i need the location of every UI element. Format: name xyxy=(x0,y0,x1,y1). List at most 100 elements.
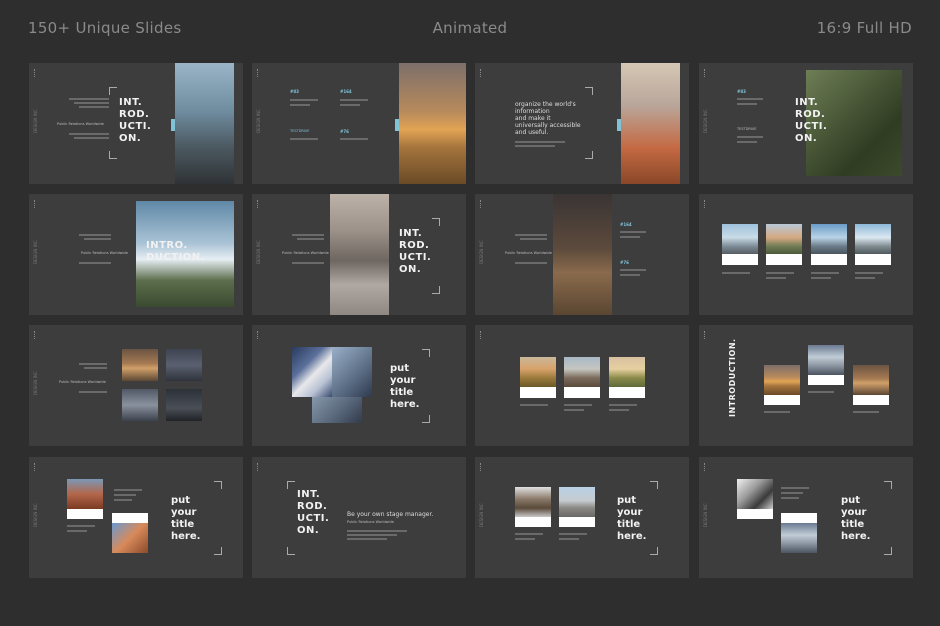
decor-dots xyxy=(704,69,707,77)
slide-thumbnail[interactable]: DESIGN INC Public Relations Worldwide xyxy=(29,325,243,446)
text-line xyxy=(114,494,136,496)
slide-thumbnail[interactable]: DESIGN INC Public Relations Worldwide IN… xyxy=(29,63,243,184)
slide-thumbnail[interactable] xyxy=(699,194,913,315)
photo-caption-card xyxy=(515,517,551,527)
stage-manager-text: Be your own stage manager. xyxy=(347,511,434,518)
text-line xyxy=(79,262,111,264)
side-label: DESIGN INC xyxy=(703,503,708,527)
photo-tile xyxy=(122,349,158,381)
business-photo xyxy=(292,347,332,397)
city-photo xyxy=(175,63,234,184)
photo-caption-card xyxy=(67,509,103,519)
slide-thumbnail[interactable]: DESIGN INC put your title here. xyxy=(699,457,913,578)
decor-dots xyxy=(257,200,260,208)
decor-dots xyxy=(480,331,483,339)
slide-thumbnail[interactable]: put your title here. xyxy=(252,325,466,446)
text-line xyxy=(609,409,629,411)
text-line xyxy=(515,538,535,540)
photo-caption-card xyxy=(559,517,595,527)
text-line xyxy=(290,138,318,140)
landscape-photo xyxy=(811,224,847,254)
slide-thumbnail[interactable]: DESIGN INC #83 TESTDRIVE INT. ROD. UCTI.… xyxy=(699,63,913,184)
tagline: Public Relations Worldwide xyxy=(57,122,104,126)
stones-photo xyxy=(330,194,389,315)
decor-dots xyxy=(34,69,37,77)
tagline: Public Relations Worldwide xyxy=(505,251,552,255)
canyon-photo xyxy=(67,479,103,509)
slide-thumbnail[interactable]: DESIGN INC #83 #164 TESTDRIVE #76 xyxy=(252,63,466,184)
text-line xyxy=(520,238,547,240)
decor-dots xyxy=(34,331,37,339)
slide-thumbnail[interactable]: DESIGN INC put your title here. xyxy=(475,457,689,578)
header-resolution: 16:9 Full HD xyxy=(816,19,912,37)
text-line xyxy=(290,99,318,101)
text-line xyxy=(722,272,750,274)
text-line xyxy=(67,530,87,532)
slide-title: put your title here. xyxy=(390,363,420,410)
landscape-photo xyxy=(766,224,802,254)
text-line xyxy=(737,103,757,105)
side-label: DESIGN INC xyxy=(479,240,484,264)
mountain-photo xyxy=(781,523,817,553)
text-line xyxy=(620,236,640,238)
decor-dots xyxy=(257,69,260,77)
photo-tile xyxy=(520,357,556,387)
side-label: DESIGN INC xyxy=(33,240,38,264)
bracket xyxy=(432,286,440,294)
text-line xyxy=(737,136,763,138)
text-line xyxy=(79,391,107,393)
bracket xyxy=(585,87,593,95)
number-label: #83 xyxy=(737,89,746,94)
text-line xyxy=(737,141,757,143)
slide-thumbnail[interactable]: DESIGN INC put your title here. xyxy=(29,457,243,578)
slide-thumbnail[interactable] xyxy=(475,325,689,446)
tagline: Public Relations Worldwide xyxy=(282,251,329,255)
decor-dots xyxy=(257,331,260,339)
text-line xyxy=(766,272,794,274)
photo-caption-card xyxy=(811,254,847,265)
photo-tile xyxy=(166,349,202,381)
slide-thumbnail[interactable]: DESIGN INC Public Relations Worldwide IN… xyxy=(29,194,243,315)
decor-dots xyxy=(480,200,483,208)
arch-photo xyxy=(112,523,148,553)
bracket xyxy=(585,151,593,159)
text-line xyxy=(515,141,565,143)
decor-dots xyxy=(480,69,483,77)
business-photo xyxy=(332,347,372,397)
slide-thumbnail[interactable]: DESIGN INC Public Relations Worldwide IN… xyxy=(252,194,466,315)
text-line xyxy=(515,533,543,535)
photo-caption-card xyxy=(609,387,645,398)
dusk-photo xyxy=(553,194,612,315)
slide-title: put your title here. xyxy=(841,495,871,542)
text-line xyxy=(811,272,839,274)
side-label: DESIGN INC xyxy=(256,240,261,264)
sunset-field-photo xyxy=(399,63,466,184)
decor-dots xyxy=(704,463,707,471)
bracket xyxy=(422,415,430,423)
photo-tile xyxy=(166,389,202,421)
photo-tile xyxy=(564,357,600,387)
slide-thumbnail[interactable]: INT. ROD. UCTI. ON. Be your own stage ma… xyxy=(252,457,466,578)
text-line xyxy=(515,234,547,236)
slide-thumbnail[interactable]: organize the world's information and mak… xyxy=(475,63,689,184)
decor-dots xyxy=(704,331,707,339)
photo-caption-card xyxy=(112,513,148,523)
decor-dots xyxy=(34,463,37,471)
text-line xyxy=(515,262,547,264)
text-line xyxy=(347,534,397,536)
photo-caption-card xyxy=(737,509,773,519)
slide-thumbnail[interactable]: INTRODUCTION. xyxy=(699,325,913,446)
slide-title-vertical: INTRODUCTION. xyxy=(728,338,737,417)
side-label: DESIGN INC xyxy=(33,371,38,395)
photo-caption-card xyxy=(520,387,556,398)
slide-title: INT. ROD. UCTI. ON. xyxy=(399,228,432,275)
slide-thumbnail[interactable]: DESIGN INC Public Relations Worldwide #1… xyxy=(475,194,689,315)
text-line xyxy=(564,404,592,406)
text-line xyxy=(620,274,640,276)
number-label: #76 xyxy=(620,260,629,265)
photo-caption-card xyxy=(781,513,817,523)
slide-title: INTRO. DUCTION. xyxy=(146,240,205,263)
text-line xyxy=(84,238,111,240)
text-line xyxy=(781,497,799,499)
photo-caption-card xyxy=(764,395,800,405)
